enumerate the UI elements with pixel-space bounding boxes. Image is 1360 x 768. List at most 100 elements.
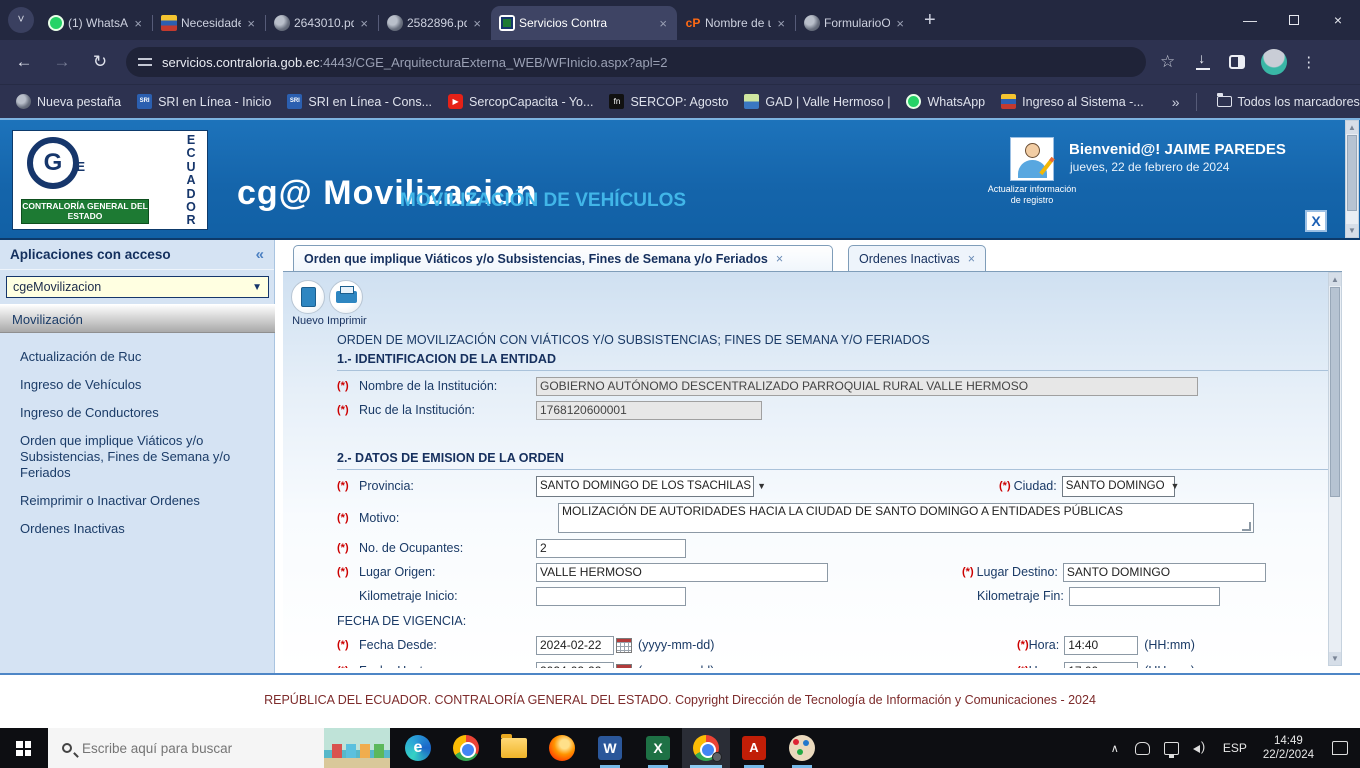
avatar-caption[interactable]: Actualizar información de registro xyxy=(984,184,1080,206)
browser-tab-servicios-active[interactable]: Servicios Contra × xyxy=(491,6,677,40)
search-highlight-image[interactable] xyxy=(324,728,390,768)
side-panel-icon[interactable] xyxy=(1229,55,1246,69)
scrollbar-thumb[interactable] xyxy=(1330,287,1340,497)
browser-tab-pdf2[interactable]: 2582896.pdf × xyxy=(379,6,491,40)
km-fin-input[interactable] xyxy=(1068,586,1220,606)
tab-close-icon[interactable]: × xyxy=(471,16,483,31)
content-tab-orden-viaticos[interactable]: Orden que implique Viáticos y/o Subsiste… xyxy=(293,245,833,271)
all-bookmarks-button[interactable]: Todos los marcadores xyxy=(1238,95,1360,109)
content-tab-ordenes-inactivas[interactable]: Ordenes Inactivas × xyxy=(848,245,987,271)
volume-icon[interactable] xyxy=(1192,739,1209,755)
start-button[interactable] xyxy=(0,728,48,768)
textarea-resize-handle[interactable] xyxy=(1242,522,1251,531)
bookmark-gad[interactable]: GAD | Valle Hermoso | xyxy=(744,94,890,109)
ciudad-select[interactable]: SANTO DOMINGO ▼ xyxy=(1061,475,1179,497)
taskbar-word[interactable]: W xyxy=(586,728,634,768)
tab-close-icon[interactable]: × xyxy=(775,16,787,31)
nuevo-button[interactable]: Nuevo xyxy=(289,280,327,327)
taskbar-chrome-active[interactable] xyxy=(682,728,730,768)
bookmark-sercop[interactable]: fn SERCOP: Agosto xyxy=(609,94,728,109)
hora-hasta-input[interactable] xyxy=(1064,661,1139,668)
content-scrollbar[interactable]: ▲ ▼ xyxy=(1328,272,1342,666)
tab-close-icon[interactable]: × xyxy=(776,252,783,266)
sidebar-item-actualizacion-ruc[interactable]: Actualización de Ruc xyxy=(0,346,265,368)
sidebar-group-movilizacion[interactable]: Movilización xyxy=(0,304,275,333)
taskbar-firefox[interactable] xyxy=(538,728,586,768)
back-button[interactable]: ← xyxy=(10,48,38,76)
bookmark-nueva-pestana[interactable]: Nueva pestaña xyxy=(16,94,121,109)
required-mark: (*) xyxy=(337,639,349,651)
minimize-button[interactable]: — xyxy=(1228,0,1272,40)
browser-tab-pdf1[interactable]: 2643010.pdf × xyxy=(266,6,378,40)
bookmark-whatsapp[interactable]: WhatsApp xyxy=(906,94,985,109)
scrollbar-thumb[interactable] xyxy=(1347,135,1357,211)
fecha-desde-input[interactable] xyxy=(536,635,614,655)
browser-menu-icon[interactable]: ⋮ xyxy=(1301,53,1316,71)
onedrive-icon[interactable] xyxy=(1134,741,1150,755)
browser-tab-whatsapp[interactable]: (1) WhatsApp × xyxy=(40,6,152,40)
lugar-destino-input[interactable] xyxy=(1062,562,1266,582)
downloads-icon[interactable] xyxy=(1195,50,1211,70)
browser-tab-necesidades[interactable]: Necesidades de × xyxy=(153,6,265,40)
taskbar-acrobat[interactable]: A xyxy=(730,728,778,768)
language-indicator[interactable]: ESP xyxy=(1223,741,1247,755)
taskbar-chrome[interactable] xyxy=(442,728,490,768)
tab-close-icon[interactable]: × xyxy=(358,16,370,31)
application-select[interactable]: cgeMovilizacion ▼ xyxy=(6,276,269,298)
taskbar-excel[interactable]: X xyxy=(634,728,682,768)
sidebar-item-reimprimir[interactable]: Reimprimir o Inactivar Ordenes xyxy=(0,490,265,512)
banner-close-button[interactable]: X xyxy=(1305,210,1327,232)
banner-scrollbar[interactable]: ▲ ▼ xyxy=(1345,120,1359,238)
taskbar-clock[interactable]: 14:49 22/2/2024 xyxy=(1263,734,1314,762)
tab-close-icon[interactable]: × xyxy=(968,252,975,266)
motivo-textarea[interactable]: MOLIZACIÓN DE AUTORIDADES HACIA LA CIUDA… xyxy=(558,503,1254,533)
network-icon[interactable] xyxy=(1163,741,1179,758)
sidebar-item-ordenes-inactivas[interactable]: Ordenes Inactivas xyxy=(0,518,265,540)
fecha-hasta-input[interactable] xyxy=(536,661,614,668)
sidebar-item-ingreso-conductores[interactable]: Ingreso de Conductores xyxy=(0,402,265,424)
nombre-institucion-input[interactable] xyxy=(536,376,1198,396)
tray-expand-icon[interactable]: ∧ xyxy=(1111,742,1119,755)
bookmark-star-icon[interactable]: ☆ xyxy=(1160,52,1175,72)
taskbar-search[interactable] xyxy=(48,728,390,768)
provincia-select[interactable]: SANTO DOMINGO DE LOS TSACHILAS ▼ xyxy=(536,475,766,497)
bookmark-ingreso[interactable]: Ingreso al Sistema -... xyxy=(1001,94,1144,109)
search-input[interactable] xyxy=(82,740,282,756)
profile-avatar[interactable] xyxy=(1261,49,1288,75)
site-settings-icon[interactable] xyxy=(138,56,152,68)
sidebar-item-ingreso-vehiculos[interactable]: Ingreso de Vehículos xyxy=(0,374,265,396)
address-bar[interactable]: servicios.contraloria.gob.ec:4443/CGE_Ar… xyxy=(126,47,1146,77)
calendar-icon[interactable] xyxy=(616,637,632,653)
tab-close-icon[interactable]: × xyxy=(245,16,257,31)
taskbar-paint[interactable] xyxy=(778,728,826,768)
sidebar-item-orden-viaticos[interactable]: Orden que implique Viáticos y/o Subsiste… xyxy=(0,430,265,484)
bookmark-sri-consultas[interactable]: SRI SRI en Línea - Cons... xyxy=(287,94,432,109)
bookmarks-overflow-icon[interactable]: » xyxy=(1172,94,1180,110)
reload-button[interactable]: ↻ xyxy=(86,48,114,76)
sidebar-splitter[interactable] xyxy=(276,240,283,673)
tab-close-icon[interactable]: × xyxy=(894,16,906,31)
notification-center-icon[interactable] xyxy=(1332,741,1348,755)
ruc-institucion-input[interactable] xyxy=(536,400,762,420)
browser-tab-formulario[interactable]: FormularioOrde × xyxy=(796,6,914,40)
tab-search-icon[interactable]: ˅ xyxy=(8,7,34,33)
taskbar-edge[interactable]: e xyxy=(394,728,442,768)
tab-close-icon[interactable]: × xyxy=(132,16,144,31)
update-registration-avatar[interactable] xyxy=(1010,137,1055,181)
sidebar-collapse-icon[interactable]: « xyxy=(256,246,264,263)
browser-tab-nombre[interactable]: cP Nombre de usua × xyxy=(677,6,795,40)
new-tab-button[interactable]: + xyxy=(924,9,936,32)
taskbar-explorer[interactable] xyxy=(490,728,538,768)
bookmark-sercopcapacita[interactable]: ▶ SercopCapacita - Yo... xyxy=(448,94,593,109)
forward-button[interactable]: → xyxy=(48,48,76,76)
hora-desde-input[interactable] xyxy=(1064,635,1139,655)
imprimir-button[interactable]: Imprimir xyxy=(327,280,367,327)
ocupantes-input[interactable] xyxy=(536,538,686,558)
close-window-button[interactable]: × xyxy=(1316,0,1360,40)
lugar-origen-input[interactable] xyxy=(536,562,828,582)
bookmark-sri-inicio[interactable]: SRI SRI en Línea - Inicio xyxy=(137,94,271,109)
tab-close-icon[interactable]: × xyxy=(657,16,669,31)
km-inicio-input[interactable] xyxy=(536,586,686,606)
calendar-icon[interactable] xyxy=(616,663,632,668)
maximize-button[interactable] xyxy=(1272,0,1316,40)
